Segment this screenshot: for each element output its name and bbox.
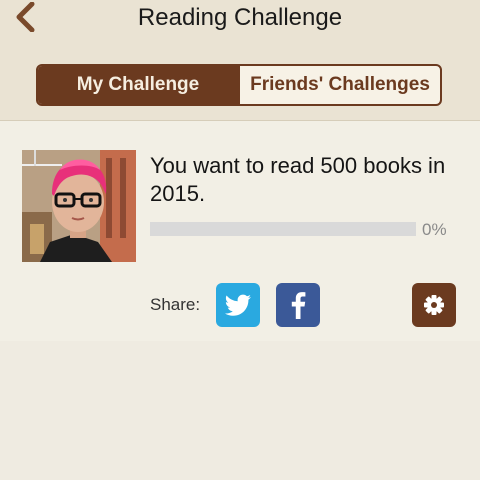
tab-my-challenge[interactable]: My Challenge: [38, 66, 238, 104]
facebook-share-button[interactable]: [276, 283, 320, 327]
challenge-goal-text: You want to read 500 books in 2015.: [150, 153, 446, 206]
challenge-tabs: My Challenge Friends' Challenges: [36, 64, 442, 106]
page-title: Reading Challenge: [137, 4, 343, 31]
twitter-icon: [225, 294, 251, 316]
gear-icon: [424, 295, 444, 315]
avatar: [22, 150, 136, 262]
progress-percent-label: 0%: [422, 220, 447, 239]
header-bar: Reading Challenge My Challenge Friends' …: [0, 0, 480, 121]
settings-button[interactable]: [412, 283, 456, 327]
facebook-icon: [291, 292, 306, 319]
challenge-progress-bar: [150, 222, 416, 236]
twitter-share-button[interactable]: [216, 283, 260, 327]
share-label: Share:: [150, 295, 201, 314]
tab-friends-challenges[interactable]: Friends' Challenges: [238, 66, 440, 104]
